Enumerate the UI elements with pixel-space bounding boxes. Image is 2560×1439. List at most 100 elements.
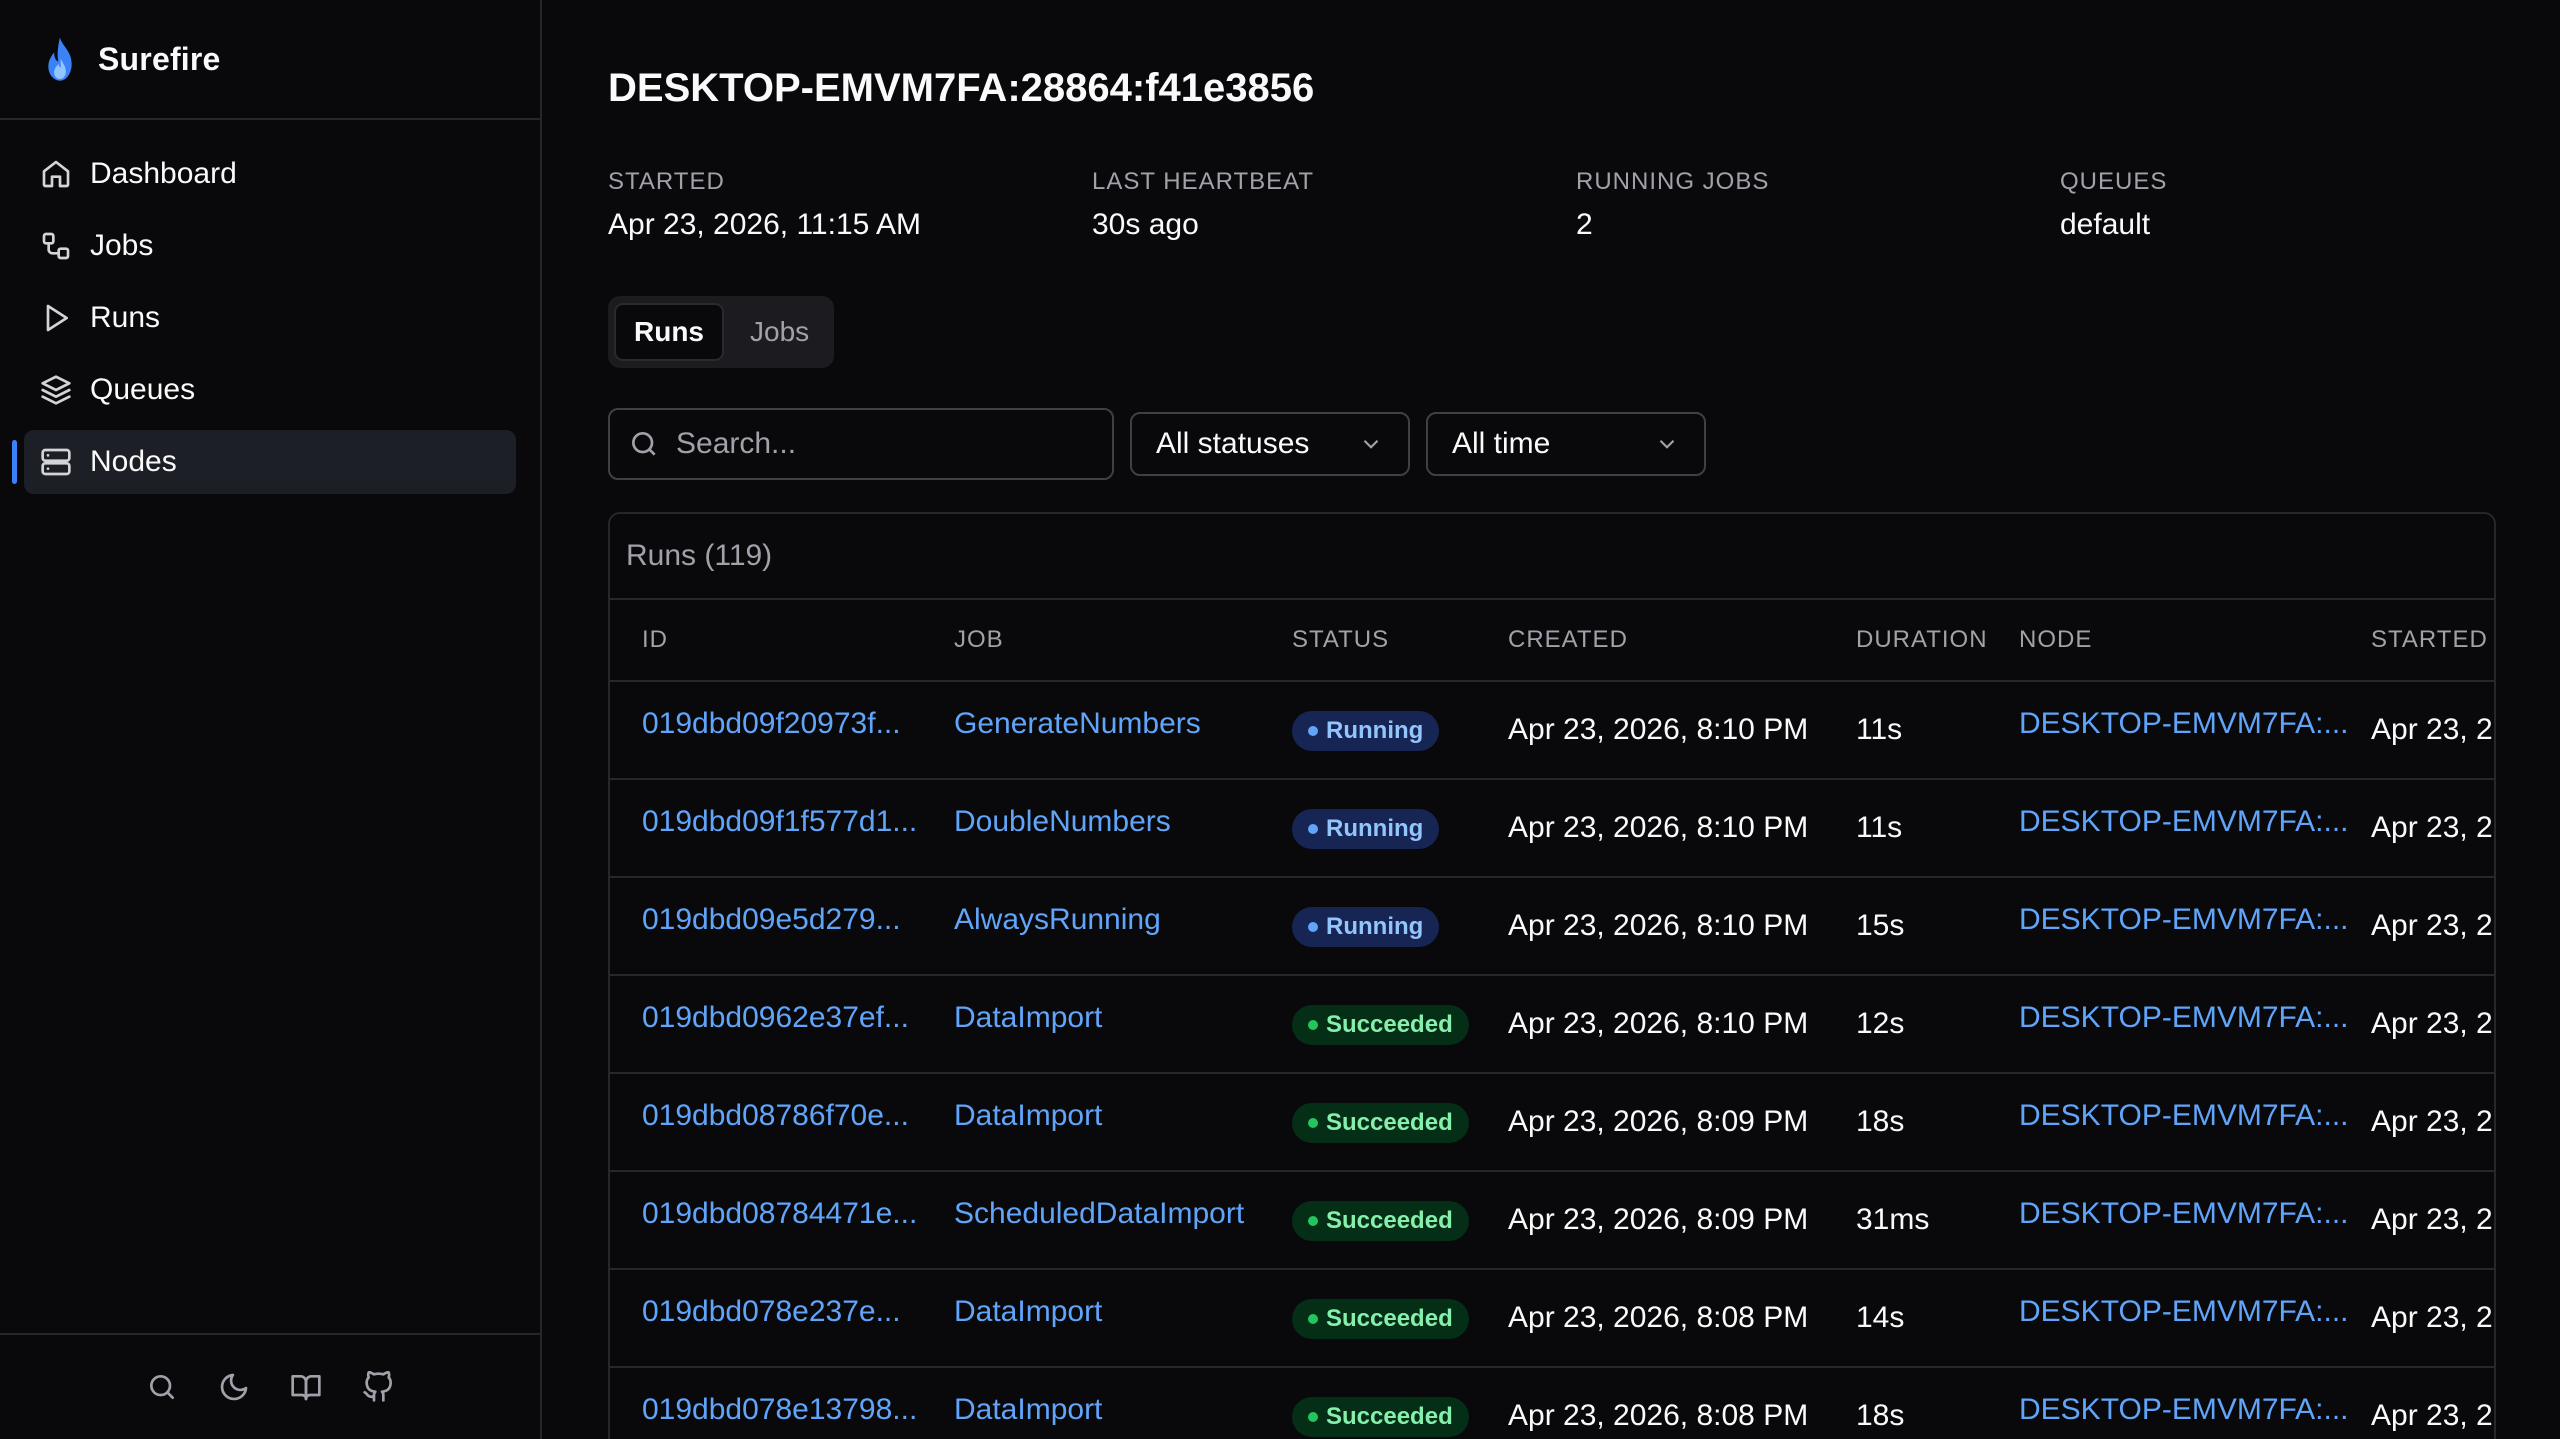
column-header-job[interactable]: JOB [954, 600, 1292, 682]
status-badge: Running [1292, 710, 1440, 751]
job-link[interactable]: DataImport [954, 1099, 1102, 1132]
runs-table-title: Runs (119) [610, 514, 2494, 600]
workflow-icon [42, 232, 70, 260]
status-badge: Succeeded [1292, 1396, 1469, 1437]
node-link[interactable]: DESKTOP-EMVM7FA:... [2019, 1001, 2349, 1034]
stat-started: STARTED Apr 23, 2026, 11:15 AM [608, 168, 1092, 242]
status-text: Succeeded [1326, 1108, 1453, 1136]
column-header-id[interactable]: ID [642, 600, 954, 682]
status-text: Succeeded [1326, 1402, 1453, 1430]
row-spacer [610, 1269, 642, 1368]
sidebar-item-queues[interactable]: Queues [24, 358, 516, 422]
node-link[interactable]: DESKTOP-EMVM7FA:... [2019, 903, 2349, 936]
status-text: Succeeded [1326, 1304, 1453, 1332]
table-header-row: ID JOB STATUS CREATED DURATION NODE STAR… [610, 600, 2494, 682]
column-header-created[interactable]: CREATED [1508, 600, 1856, 682]
table-row[interactable]: 019dbd08786f70e... DataImport Succeeded … [610, 1073, 2494, 1172]
stat-running-jobs: RUNNING JOBS 2 [1576, 168, 2060, 242]
started-cell: Apr 23, 2 [2371, 1073, 2494, 1172]
run-id-link[interactable]: 019dbd09f1f577d1... [642, 805, 917, 838]
search-box [608, 408, 1114, 480]
table-row[interactable]: 019dbd09f20973f... GenerateNumbers Runni… [610, 681, 2494, 780]
job-link[interactable]: AlwaysRunning [954, 903, 1161, 936]
run-id-link[interactable]: 019dbd08784471e... [642, 1197, 917, 1230]
search-input[interactable] [674, 426, 1098, 462]
status-text: Running [1326, 716, 1424, 744]
sidebar-item-runs[interactable]: Runs [24, 286, 516, 350]
started-cell: Apr 23, 2 [2371, 975, 2494, 1074]
stat-value: 30s ago [1092, 208, 1199, 241]
table-row[interactable]: 019dbd08784471e... ScheduledDataImport S… [610, 1171, 2494, 1270]
book-icon[interactable] [290, 1371, 322, 1403]
created-cell: Apr 23, 2026, 8:09 PM [1508, 1073, 1856, 1172]
status-badge: Succeeded [1292, 1200, 1469, 1241]
sidebar-nav: Dashboard Jobs Runs Queues Nodes [0, 120, 540, 494]
node-link[interactable]: DESKTOP-EMVM7FA:... [2019, 1099, 2349, 1132]
run-id-link[interactable]: 019dbd0962e37ef... [642, 1001, 909, 1034]
run-id-link[interactable]: 019dbd08786f70e... [642, 1099, 909, 1132]
table-row[interactable]: 019dbd078e237e... DataImport Succeeded A… [610, 1269, 2494, 1368]
column-header-duration[interactable]: DURATION [1856, 600, 2019, 682]
tab-jobs[interactable]: Jobs [732, 305, 827, 359]
app-root: Surefire Dashboard Jobs Runs Queues Node… [0, 0, 2560, 1439]
table-row[interactable]: 019dbd0962e37ef... DataImport Succeeded … [610, 975, 2494, 1074]
job-link[interactable]: ScheduledDataImport [954, 1197, 1244, 1230]
node-link[interactable]: DESKTOP-EMVM7FA:... [2019, 805, 2349, 838]
column-header-started[interactable]: STARTED [2371, 600, 2494, 682]
started-cell: Apr 23, 2 [2371, 779, 2494, 878]
status-text: Succeeded [1326, 1010, 1453, 1038]
run-id-link[interactable]: 019dbd078e237e... [642, 1295, 901, 1328]
status-dot [1308, 1019, 1318, 1030]
job-link[interactable]: DoubleNumbers [954, 805, 1171, 838]
node-link[interactable]: DESKTOP-EMVM7FA:... [2019, 1197, 2349, 1230]
column-header-node[interactable]: NODE [2019, 600, 2371, 682]
sidebar-item-jobs[interactable]: Jobs [24, 214, 516, 278]
moon-icon[interactable] [218, 1371, 250, 1403]
table-row[interactable]: 019dbd09e5d279... AlwaysRunning Running … [610, 877, 2494, 976]
run-id-link[interactable]: 019dbd09f20973f... [642, 707, 901, 740]
status-dot [1308, 1313, 1318, 1324]
github-icon[interactable] [362, 1371, 394, 1403]
duration-cell: 11s [1856, 779, 2019, 878]
started-cell: Apr 23, 2 [2371, 1367, 2494, 1439]
stat-value: default [2060, 208, 2151, 241]
brand[interactable]: Surefire [0, 0, 540, 120]
app-name: Surefire [98, 40, 221, 77]
time-filter-select[interactable]: All time [1426, 412, 1706, 476]
sidebar-item-nodes[interactable]: Nodes [12, 430, 516, 494]
node-link[interactable]: DESKTOP-EMVM7FA:... [2019, 1295, 2349, 1328]
runs-table-card: Runs (119) ID JOB STATUS CREATED DURATIO… [608, 512, 2496, 1439]
started-cell: Apr 23, 2 [2371, 877, 2494, 976]
run-id-link[interactable]: 019dbd09e5d279... [642, 903, 901, 936]
tab-runs[interactable]: Runs [614, 303, 724, 361]
search-icon[interactable] [146, 1371, 178, 1403]
started-cell: Apr 23, 2 [2371, 681, 2494, 780]
status-filter-select[interactable]: All statuses [1130, 412, 1410, 476]
duration-cell: 15s [1856, 877, 2019, 976]
home-icon [42, 160, 70, 188]
sidebar-footer [0, 1333, 540, 1439]
created-cell: Apr 23, 2026, 8:10 PM [1508, 681, 1856, 780]
stat-label: RUNNING JOBS [1576, 168, 1770, 195]
node-link[interactable]: DESKTOP-EMVM7FA:... [2019, 707, 2349, 740]
duration-cell: 11s [1856, 681, 2019, 780]
main-content: DESKTOP-EMVM7FA:28864:f41e3856 STARTED A… [542, 0, 2560, 1439]
sidebar-item-label: Dashboard [90, 157, 237, 190]
table-row[interactable]: 019dbd078e13798... DataImport Succeeded … [610, 1367, 2494, 1439]
status-dot [1308, 823, 1318, 834]
status-dot [1308, 1215, 1318, 1226]
run-id-link[interactable]: 019dbd078e13798... [642, 1393, 917, 1426]
table-row[interactable]: 019dbd09f1f577d1... DoubleNumbers Runnin… [610, 779, 2494, 878]
job-link[interactable]: GenerateNumbers [954, 707, 1201, 740]
job-link[interactable]: DataImport [954, 1295, 1102, 1328]
created-cell: Apr 23, 2026, 8:08 PM [1508, 1269, 1856, 1368]
status-dot [1308, 1411, 1318, 1422]
row-spacer [610, 975, 642, 1074]
sidebar-item-dashboard[interactable]: Dashboard [24, 142, 516, 206]
column-header-status[interactable]: STATUS [1292, 600, 1508, 682]
layers-icon [41, 375, 71, 405]
node-link[interactable]: DESKTOP-EMVM7FA:... [2019, 1393, 2349, 1426]
status-dot [1308, 1117, 1318, 1128]
job-link[interactable]: DataImport [954, 1001, 1102, 1034]
job-link[interactable]: DataImport [954, 1393, 1102, 1426]
